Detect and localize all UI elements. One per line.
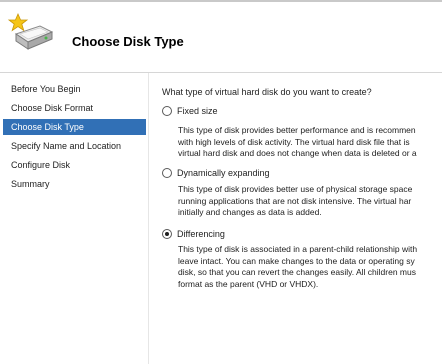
sidebar-divider	[148, 73, 149, 364]
differencing-radio[interactable]	[162, 229, 172, 239]
description-line: with high levels of disk activity. The v…	[178, 136, 410, 147]
fixed-size-description: This type of disk provides better perfor…	[178, 125, 442, 160]
description-line: running applications that are not disk i…	[178, 195, 412, 206]
new-virtual-hard-disk-wizard: Choose Disk Type Before You Begin Choose…	[0, 0, 442, 364]
description-line: This type of disk provides better perfor…	[178, 125, 416, 135]
description-line: virtual hard disk and does not change wh…	[178, 148, 417, 159]
dynamically-expanding-label[interactable]: Dynamically expanding	[177, 168, 270, 178]
wizard-header: Choose Disk Type	[0, 2, 442, 73]
sidebar-item-before-you-begin[interactable]: Before You Begin	[3, 81, 146, 97]
description-line: initially and changes as data is added.	[178, 207, 322, 218]
description-line: disk, so that you can revert the changes…	[178, 267, 416, 278]
disk-type-panel: What type of virtual hard disk do you wa…	[162, 73, 442, 364]
differencing-option[interactable]: Differencing	[162, 227, 225, 241]
fixed-size-option[interactable]: Fixed size	[162, 104, 218, 118]
description-line: leave intact. You can make changes to th…	[178, 255, 415, 266]
differencing-description: This type of disk is associated in a par…	[178, 244, 442, 290]
dynamically-expanding-radio[interactable]	[162, 168, 172, 178]
description-line: format as the parent (VHD or VHDX).	[178, 278, 319, 289]
fixed-size-label[interactable]: Fixed size	[177, 106, 218, 116]
sidebar-item-choose-disk-format[interactable]: Choose Disk Format	[3, 100, 146, 116]
sidebar-item-choose-disk-type[interactable]: Choose Disk Type	[3, 119, 146, 135]
sidebar-item-configure-disk[interactable]: Configure Disk	[3, 157, 146, 173]
disk-type-question: What type of virtual hard disk do you wa…	[162, 87, 372, 97]
disk-star-icon	[6, 12, 56, 58]
fixed-size-radio[interactable]	[162, 106, 172, 116]
page-title: Choose Disk Type	[72, 34, 184, 49]
dynamically-expanding-description: This type of disk provides better use of…	[178, 184, 442, 219]
description-line: This type of disk provides better use of…	[178, 184, 413, 194]
differencing-label[interactable]: Differencing	[177, 229, 225, 239]
dynamically-expanding-option[interactable]: Dynamically expanding	[162, 166, 270, 180]
description-line: This type of disk is associated in a par…	[178, 244, 418, 254]
sidebar-item-summary[interactable]: Summary	[3, 176, 146, 192]
wizard-steps-sidebar: Before You Begin Choose Disk Format Choo…	[0, 73, 148, 364]
sidebar-item-specify-name-and-location[interactable]: Specify Name and Location	[3, 138, 146, 154]
